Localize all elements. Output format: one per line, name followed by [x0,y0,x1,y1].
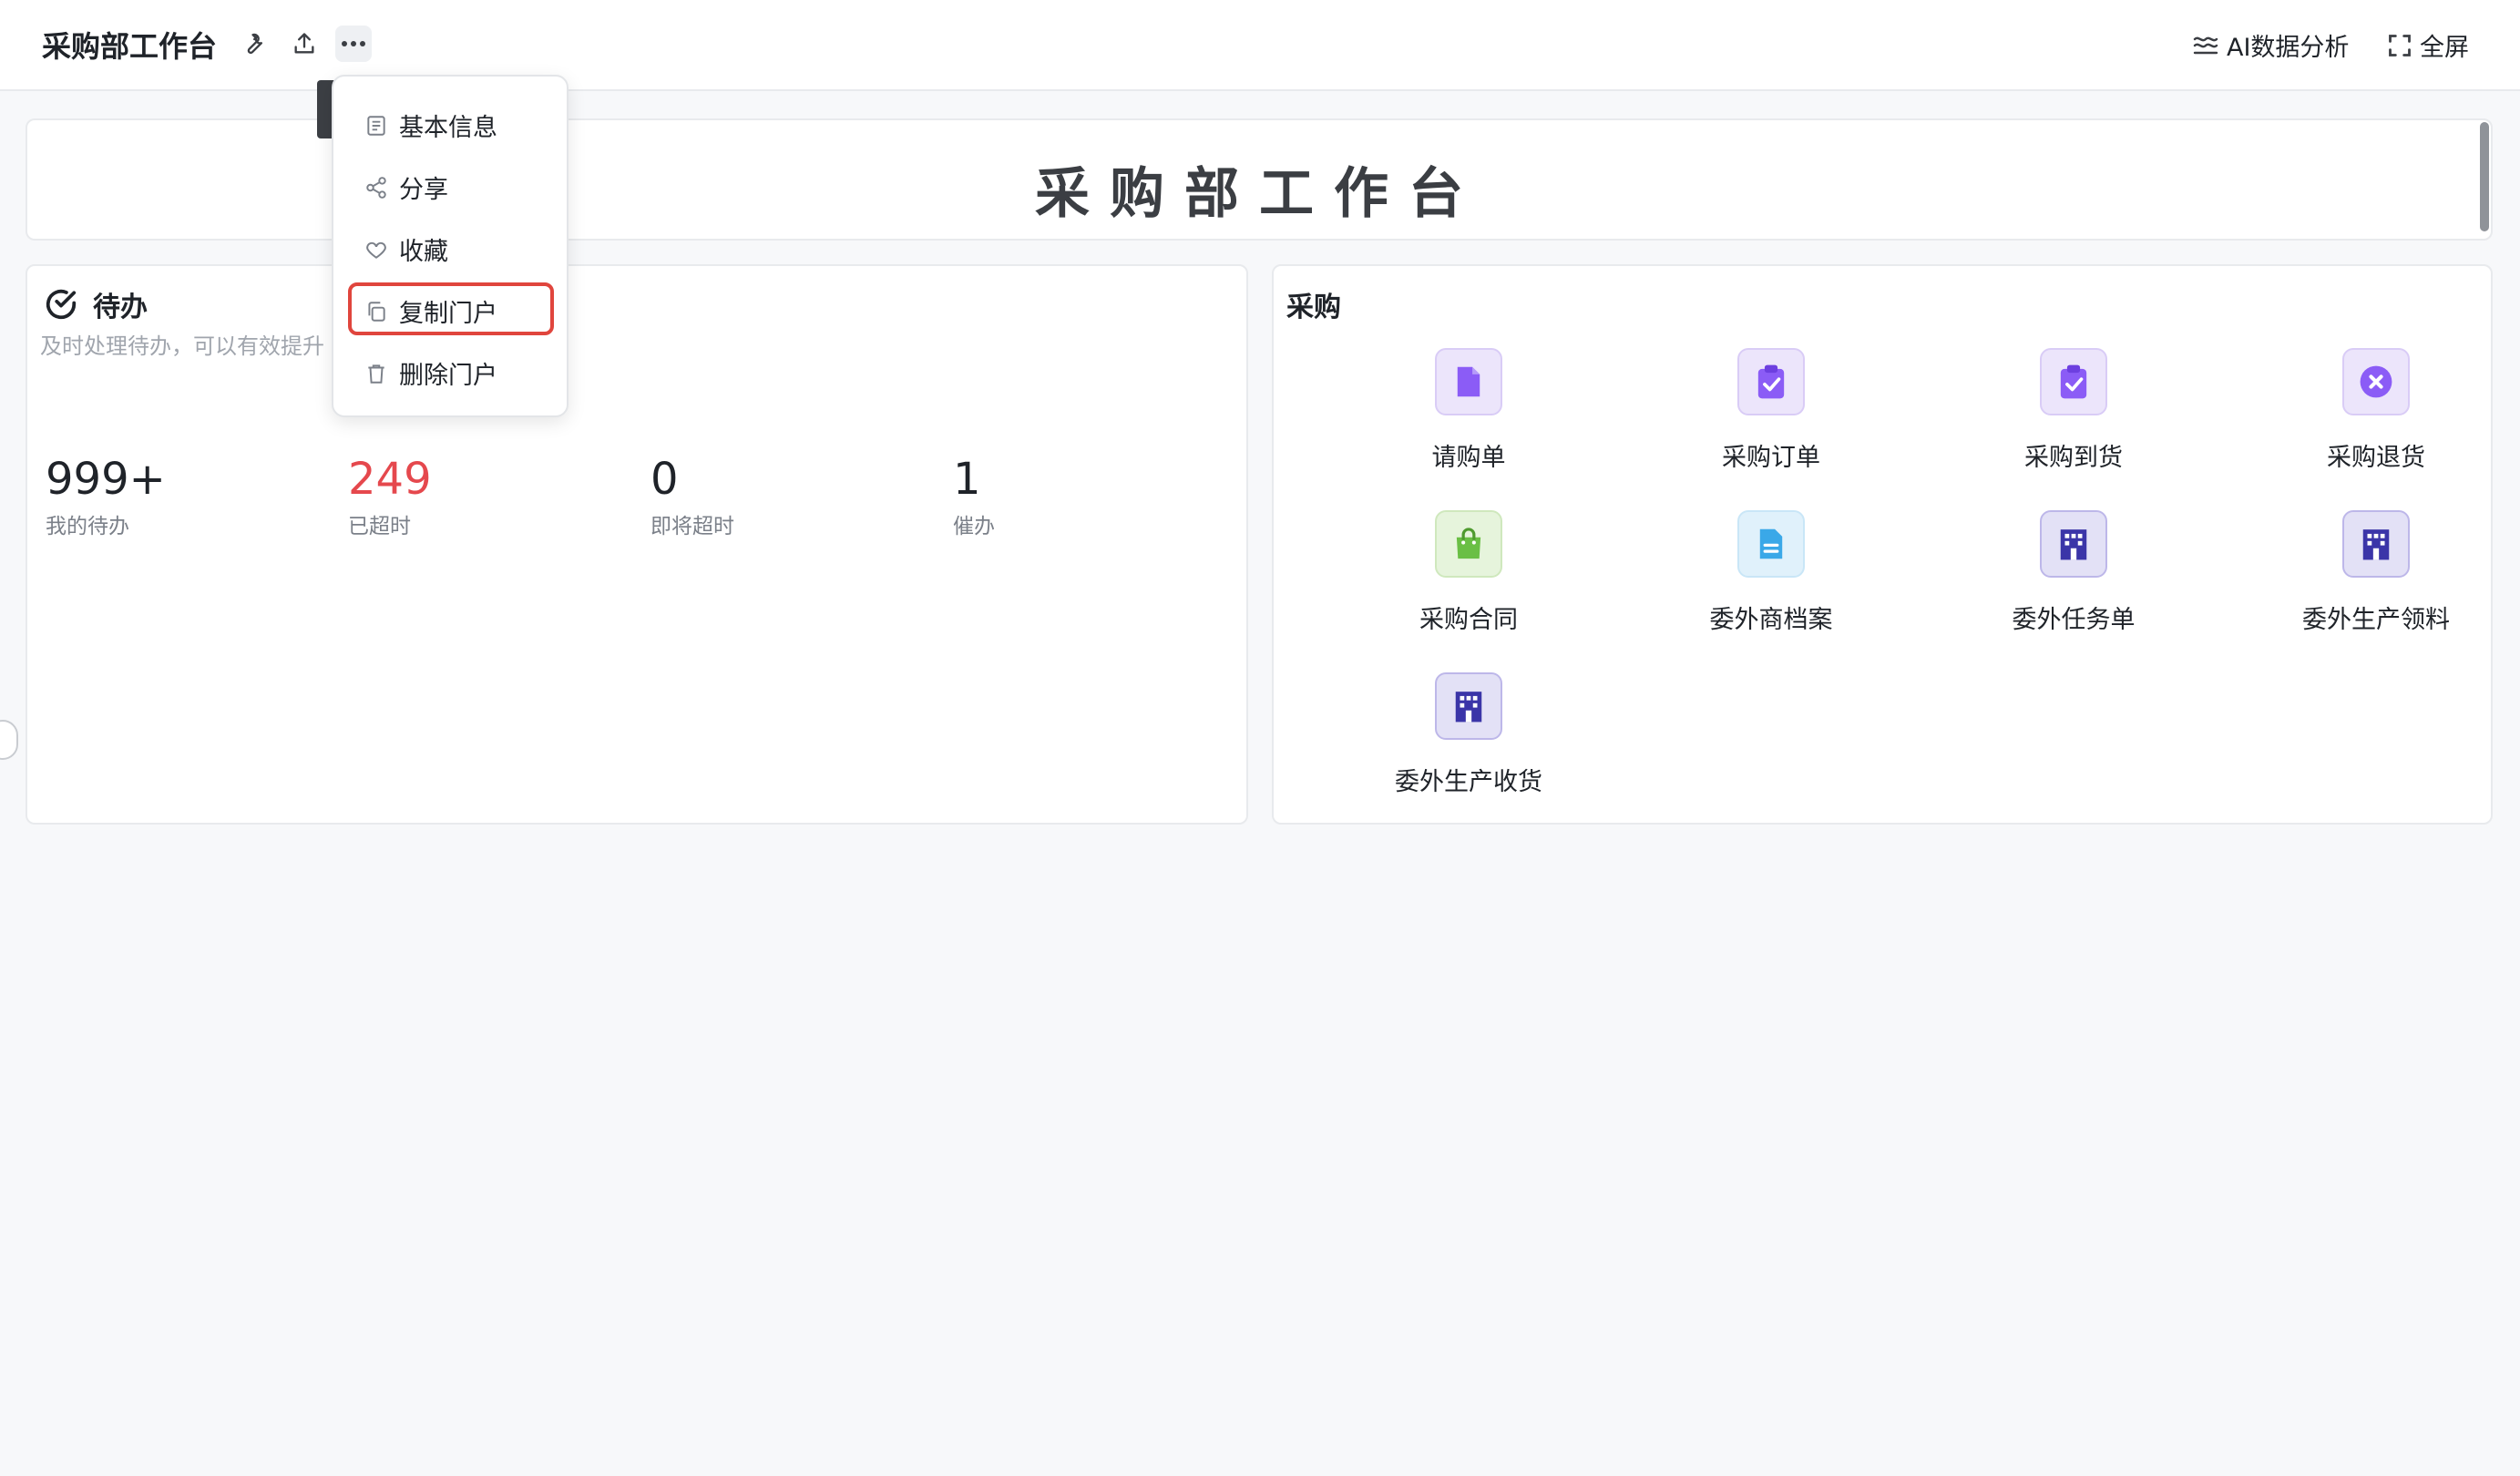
share-icon [366,176,386,199]
tile-label: 委外任务单 [2012,606,2136,634]
menu-item-delete-portal[interactable]: 删除门户 [364,355,497,391]
highlight-box [348,282,554,335]
menu-item-favorite[interactable]: 收藏 [364,231,448,267]
ai-analysis-label: AI数据分析 [2227,34,2350,62]
close-circle-icon [2342,348,2410,415]
file-text-icon [1737,510,1805,578]
tile-purchase-return[interactable]: 采购退货 [2249,348,2504,473]
tile-label: 委外生产收货 [1395,768,1542,796]
menu-item-label: 分享 [399,176,448,204]
upload-icon[interactable] [286,26,323,62]
clipboard-check-icon [1737,348,1805,415]
trash-icon [368,364,384,384]
scrollbar-thumb[interactable] [2480,122,2489,231]
menu-item-label: 删除门户 [399,362,497,390]
fullscreen-button[interactable]: 全屏 [2387,27,2469,63]
menu-item-share[interactable]: 分享 [364,169,448,205]
fullscreen-icon [2389,34,2411,56]
purchase-title: 采购 [1286,292,1341,323]
menu-item-label: 收藏 [399,238,448,266]
stat-my-todo[interactable]: 999+ 我的待办 [46,454,166,539]
sidebar-expand-handle[interactable] [0,720,18,760]
tile-subcontractor-archive[interactable]: 委外商档案 [1644,510,1899,635]
building-icon [2342,510,2410,578]
stat-due-soon[interactable]: 0 即将超时 [650,454,734,539]
todo-card: 待办 及时处理待办，可以有效提升 999+ 我的待办 249 已超时 0 即将超… [26,264,1248,825]
more-icon[interactable] [335,26,372,62]
stat-label: 即将超时 [650,515,734,538]
tile-label: 采购订单 [1722,444,1820,472]
todo-title: 待办 [93,292,148,323]
tile-label: 采购退货 [2327,444,2425,472]
tile-label: 委外生产领料 [2302,606,2450,634]
building-icon [1435,672,1502,740]
todo-subtitle: 及时处理待办，可以有效提升 [40,333,324,359]
heart-icon [366,241,386,259]
tile-label: 采购到货 [2024,444,2123,472]
tile-outsourcing-material-issue[interactable]: 委外生产领料 [2249,510,2504,635]
shopping-bag-icon [1435,510,1502,578]
stat-label: 已超时 [348,515,411,538]
tile-label: 委外商档案 [1709,606,1833,634]
tile-requisition[interactable]: 请购单 [1341,348,1596,473]
stat-overdue[interactable]: 249 已超时 [348,454,432,539]
more-dropdown-menu: 基本信息 分享 收藏 复制门户 删除门户 [332,75,569,417]
tile-label: 请购单 [1431,444,1506,472]
clipboard-check-icon [2040,348,2107,415]
fullscreen-label: 全屏 [2420,34,2469,62]
menu-item-label: 基本信息 [399,114,497,142]
menu-item-basic-info[interactable]: 基本信息 [364,108,497,143]
tile-label: 采购合同 [1419,606,1518,634]
stat-value: 1 [953,454,981,505]
tile-purchase-arrival[interactable]: 采购到货 [1946,348,2201,473]
app-title: 采购部工作台 [42,29,218,64]
purchase-card: 采购 请购单 采购订单 采购到货 采购退货 采购合同 委外商档案 委外任务单 委… [1272,264,2493,825]
building-icon [2040,510,2107,578]
ai-chart-icon [2193,36,2218,54]
wrench-icon[interactable] [235,26,271,62]
todo-header: 待办 [44,284,148,324]
tile-purchase-order[interactable]: 采购订单 [1644,348,1899,473]
stat-value: 0 [650,454,679,505]
info-doc-icon [367,115,385,136]
document-icon [1435,348,1502,415]
tile-outsourcing-task[interactable]: 委外任务单 [1946,510,2201,635]
tile-purchase-contract[interactable]: 采购合同 [1341,510,1596,635]
stat-value: 999+ [46,454,166,505]
ai-analysis-button[interactable]: AI数据分析 [2192,27,2349,63]
stat-label: 我的待办 [46,515,129,538]
check-circle-icon [46,289,77,320]
stat-value: 249 [348,454,432,505]
stat-urged[interactable]: 1 催办 [953,454,995,539]
tile-outsourcing-receipt[interactable]: 委外生产收货 [1341,672,1596,797]
stat-label: 催办 [953,515,995,538]
